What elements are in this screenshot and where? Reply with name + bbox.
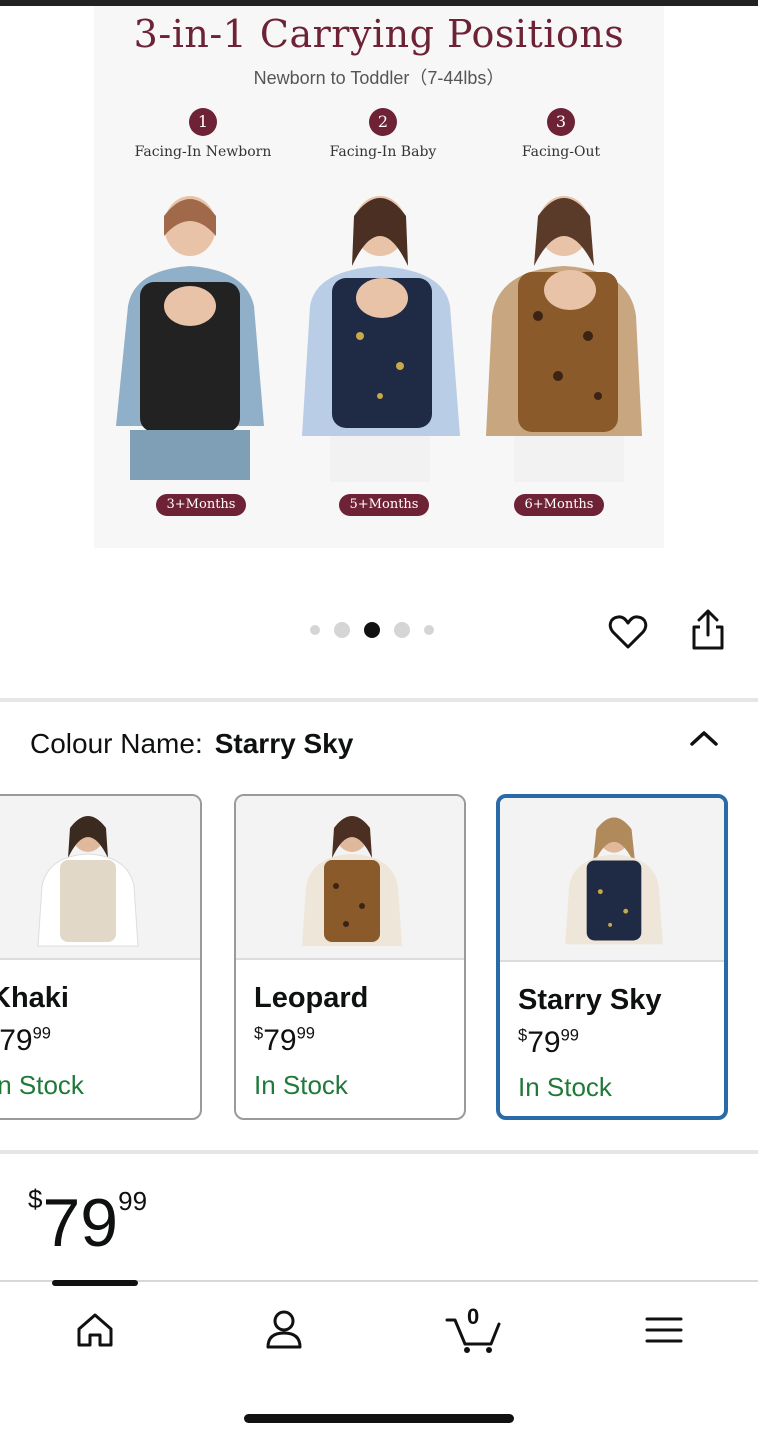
- carousel-dot[interactable]: [424, 625, 434, 635]
- account-icon: [266, 1310, 302, 1349]
- position-label: Facing-In Newborn: [134, 144, 272, 160]
- colour-value: Starry Sky: [214, 728, 354, 759]
- heart-icon: [608, 615, 648, 649]
- swatch-price: $7999: [254, 1024, 315, 1057]
- carousel-dot[interactable]: [310, 625, 320, 635]
- menu-icon: [645, 1317, 683, 1343]
- share-button[interactable]: [686, 608, 730, 652]
- home-indicator: [244, 1414, 514, 1423]
- nav-cart[interactable]: 0: [442, 1304, 506, 1356]
- chevron-up-icon: [690, 731, 718, 746]
- product-price: $7999: [28, 1184, 148, 1261]
- swatch-thumbnail: [565, 817, 663, 945]
- home-icon: [77, 1313, 113, 1347]
- swatch-thumbnail: [37, 816, 139, 947]
- model-figure-3: [486, 196, 642, 482]
- share-icon: [692, 609, 724, 650]
- swatch-image: [0, 796, 200, 960]
- age-badge-1: 3+Months: [156, 494, 246, 516]
- colour-collapse-button[interactable]: [682, 720, 726, 756]
- position-1: 1 Facing-In Newborn: [118, 108, 288, 160]
- colour-label: Colour Name:: [30, 728, 203, 759]
- image-title: 3-in-1 Carrying Positions: [133, 12, 625, 56]
- age-badge-3: 6+Months: [514, 494, 604, 516]
- position-2: 2 Facing-In Baby: [298, 108, 468, 160]
- favorite-button[interactable]: [606, 610, 650, 654]
- swatch-thumbnail: [302, 816, 402, 946]
- swatch-name: Leopard: [254, 982, 369, 1014]
- swatch-image: [500, 798, 724, 962]
- nav-account[interactable]: [254, 1304, 314, 1356]
- product-image[interactable]: 3-in-1 Carrying Positions Newborn to Tod…: [94, 6, 664, 548]
- age-badge-2: 5+Months: [339, 494, 429, 516]
- position-number: 1: [189, 108, 217, 136]
- swatch-name: Starry Sky: [518, 984, 662, 1016]
- nav-home[interactable]: [65, 1304, 125, 1356]
- swatch-image: [236, 796, 464, 960]
- image-carousel-dots[interactable]: [310, 620, 434, 640]
- position-label: Facing-Out: [521, 144, 601, 160]
- carousel-dot[interactable]: [334, 622, 350, 638]
- swatch-card-starry-sky[interactable]: Starry Sky $7999 In Stock: [496, 794, 728, 1120]
- swatch-card-leopard[interactable]: Leopard $7999 In Stock: [234, 794, 466, 1120]
- position-3: 3 Facing-Out: [476, 108, 646, 160]
- model-figure-2: [302, 196, 460, 482]
- active-tab-indicator: [52, 1280, 138, 1286]
- swatch-stock: In Stock: [0, 1070, 84, 1100]
- swatch-stock: In Stock: [518, 1072, 612, 1102]
- position-number: 2: [369, 108, 397, 136]
- swatch-card-khaki[interactable]: Khaki $7999 In Stock: [0, 794, 202, 1120]
- cart-count: 0: [467, 1304, 480, 1329]
- image-subtitle: Newborn to Toddler（7-44lbs）: [253, 68, 505, 88]
- position-label: Facing-In Baby: [329, 144, 437, 160]
- colour-name-row: Colour Name: Starry Sky: [30, 728, 353, 760]
- nav-menu[interactable]: [634, 1304, 694, 1356]
- swatch-price: $7999: [0, 1024, 51, 1057]
- swatch-price: $7999: [518, 1026, 579, 1059]
- position-number: 3: [547, 108, 575, 136]
- swatch-name: Khaki: [0, 982, 69, 1014]
- swatch-stock: In Stock: [254, 1070, 348, 1100]
- carousel-dot-active[interactable]: [364, 622, 380, 638]
- model-figure-1: [116, 196, 264, 480]
- section-divider: [0, 698, 758, 702]
- carousel-dot[interactable]: [394, 622, 410, 638]
- section-divider: [0, 1150, 758, 1154]
